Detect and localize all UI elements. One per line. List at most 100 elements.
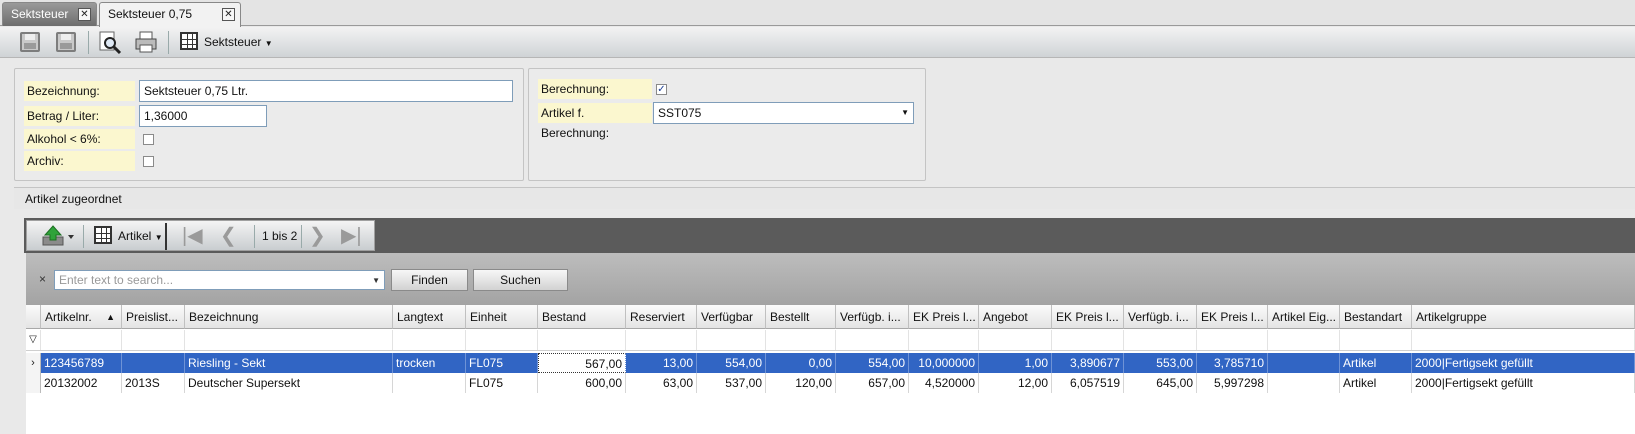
column-header[interactable]: EK Preis l... [909, 305, 979, 329]
table-cell[interactable]: 63,00 [626, 373, 697, 393]
column-header[interactable]: Bestellt [766, 305, 836, 329]
last-page-button[interactable]: ▶| [341, 226, 362, 246]
table-cell[interactable]: Deutscher Supersekt [185, 373, 393, 393]
table-cell[interactable]: 554,00 [697, 353, 766, 373]
table-cell[interactable]: 12,00 [979, 373, 1052, 393]
filter-cell[interactable] [766, 330, 836, 350]
column-header[interactable]: Langtext [393, 305, 466, 329]
table-cell[interactable]: Artikel [1340, 353, 1412, 373]
table-cell[interactable]: 2000|Fertigsekt gefüllt [1412, 353, 1635, 373]
column-header[interactable]: Einheit [466, 305, 538, 329]
table-cell[interactable]: 553,00 [1124, 353, 1197, 373]
filter-cell[interactable] [626, 330, 697, 350]
table-cell[interactable]: 537,00 [697, 373, 766, 393]
filter-cell[interactable] [909, 330, 979, 350]
betrag-field[interactable]: 1,36000 [139, 105, 267, 127]
column-header[interactable]: Artikelnr. ▲ [41, 305, 122, 329]
bezeichnung-field[interactable]: Sektsteuer 0,75 Ltr. [139, 80, 513, 102]
filter-cell[interactable] [538, 330, 626, 350]
chevron-down-icon[interactable]: ▼ [372, 272, 380, 290]
filter-row[interactable]: ▽ [26, 330, 1635, 351]
table-cell[interactable]: 645,00 [1124, 373, 1197, 393]
print-button[interactable] [133, 30, 159, 55]
table-cell[interactable]: 6,057519 [1052, 373, 1124, 393]
table-cell[interactable]: FL075 [466, 373, 538, 393]
table-cell[interactable]: 2000|Fertigsekt gefüllt [1412, 373, 1635, 393]
table-cell[interactable]: 123456789 [41, 353, 122, 373]
artikel-berechnung-combo[interactable]: SST075 ▼ [653, 102, 914, 124]
filter-icon[interactable]: ▽ [26, 330, 41, 350]
table-cell[interactable]: Artikel [1340, 373, 1412, 393]
clear-search-icon[interactable]: × [39, 272, 46, 286]
column-header[interactable]: Bestand [538, 305, 626, 329]
row-indicator-icon[interactable]: › [26, 353, 41, 373]
column-header[interactable]: Angebot [979, 305, 1052, 329]
column-header[interactable]: EK Preis l... [1052, 305, 1124, 329]
grid-view-icon[interactable] [94, 226, 112, 244]
table-row[interactable]: 20132002 2013S Deutscher Supersekt FL075 600… [26, 373, 1635, 393]
berechnung-checkbox[interactable]: ✓ [656, 84, 667, 95]
table-cell[interactable]: 554,00 [836, 353, 909, 373]
filter-cell[interactable] [1052, 330, 1124, 350]
column-header[interactable]: Bestandart [1340, 305, 1412, 329]
search-button[interactable]: Suchen [473, 269, 568, 291]
table-cell[interactable]: Riesling - Sekt [185, 353, 393, 373]
table-cell[interactable]: 4,520000 [909, 373, 979, 393]
table-cell[interactable]: 13,00 [626, 353, 697, 373]
table-cell[interactable]: 120,00 [766, 373, 836, 393]
table-cell[interactable]: 1,00 [979, 353, 1052, 373]
tab-sektsteuer-075[interactable]: Sektsteuer 0,75 Ltr. ✕ [99, 2, 241, 44]
filter-cell[interactable] [1340, 330, 1412, 350]
table-cell[interactable] [1268, 353, 1340, 373]
tab-sektsteuer[interactable]: Sektsteuer ✕ [2, 2, 97, 26]
filter-cell[interactable] [185, 330, 393, 350]
close-icon[interactable]: ✕ [78, 8, 91, 21]
column-header[interactable]: Bezeichnung [185, 305, 393, 329]
archiv-checkbox[interactable] [143, 156, 154, 167]
table-cell[interactable]: 3,890677 [1052, 353, 1124, 373]
previous-page-button[interactable]: ❮ [220, 226, 237, 246]
table-cell[interactable]: 3,785710 [1197, 353, 1268, 373]
filter-cell[interactable] [1412, 330, 1635, 350]
table-cell[interactable]: 567,00 [538, 353, 626, 373]
table-cell[interactable]: 600,00 [538, 373, 626, 393]
find-button[interactable]: Finden [391, 269, 468, 291]
first-page-button[interactable]: |◀ [182, 226, 203, 246]
alkohol-checkbox[interactable] [143, 134, 154, 145]
save-close-button[interactable] [17, 30, 43, 55]
filter-cell[interactable] [697, 330, 766, 350]
table-cell[interactable] [122, 353, 185, 373]
grid-view-selector[interactable]: Artikel ▼ [118, 229, 163, 243]
column-header[interactable]: Verfügb. i... [836, 305, 909, 329]
filter-cell[interactable] [41, 330, 122, 350]
filter-cell[interactable] [1197, 330, 1268, 350]
table-cell[interactable]: 657,00 [836, 373, 909, 393]
view-selector[interactable]: Sektsteuer ▼ [204, 35, 273, 49]
table-cell[interactable]: trocken [393, 353, 466, 373]
close-icon[interactable]: ✕ [222, 8, 235, 21]
column-header[interactable]: Reserviert [626, 305, 697, 329]
export-button[interactable] [41, 225, 75, 250]
column-header[interactable]: Artikel Eig... [1268, 305, 1340, 329]
filter-cell[interactable] [393, 330, 466, 350]
column-header[interactable]: Verfügbar [697, 305, 766, 329]
column-header[interactable]: Verfügb. i... [1124, 305, 1197, 329]
row-indicator[interactable] [26, 373, 41, 393]
save-button[interactable] [53, 30, 79, 55]
next-page-button[interactable]: ❯ [309, 226, 326, 246]
table-cell[interactable]: FL075 [466, 353, 538, 373]
filter-cell[interactable] [466, 330, 538, 350]
column-header[interactable]: Artikelgruppe [1412, 305, 1635, 329]
table-cell[interactable]: 20132002 [41, 373, 122, 393]
filter-cell[interactable] [1268, 330, 1340, 350]
table-cell[interactable] [1268, 373, 1340, 393]
column-header[interactable]: EK Preis l... [1197, 305, 1268, 329]
filter-cell[interactable] [836, 330, 909, 350]
filter-cell[interactable] [122, 330, 185, 350]
table-row[interactable]: › 123456789 Riesling - Sekt trocken FL075 567… [26, 353, 1635, 373]
filter-cell[interactable] [1124, 330, 1197, 350]
preview-button[interactable] [97, 30, 123, 55]
grid-view-icon[interactable] [180, 32, 198, 50]
table-cell[interactable]: 10,000000 [909, 353, 979, 373]
table-cell[interactable]: 0,00 [766, 353, 836, 373]
